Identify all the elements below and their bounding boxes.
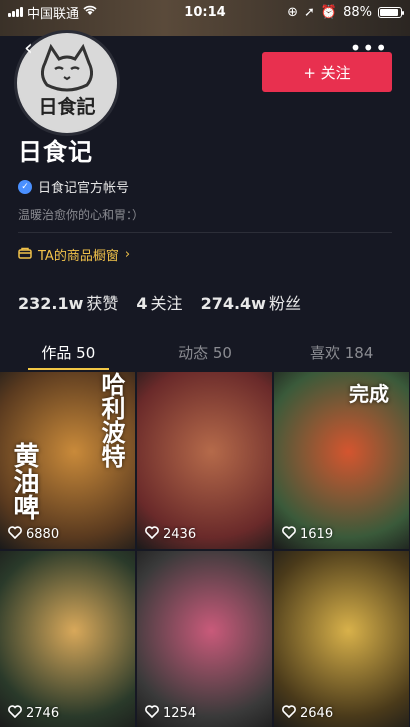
verified-label: 日食记官方帐号	[38, 181, 130, 196]
video-thumbnail[interactable]: 完成 1619	[274, 372, 409, 549]
clock: 10:14	[184, 4, 226, 20]
video-likes: 2436	[145, 526, 196, 543]
profile-name: 日食记	[18, 138, 93, 166]
heart-icon	[145, 705, 159, 722]
profile-tabs: 作品 50 动态 50 喜欢 184	[0, 336, 410, 370]
carrier-label: 中国联通	[27, 6, 80, 22]
tab-works[interactable]: 作品 50	[0, 336, 137, 370]
back-icon[interactable]: ‹	[24, 36, 33, 61]
heart-icon	[8, 705, 22, 722]
video-likes: 2746	[8, 705, 59, 722]
tab-likes[interactable]: 喜欢 184	[273, 336, 410, 370]
signal-icon	[8, 7, 23, 17]
video-thumbnail[interactable]: 2436	[137, 372, 272, 549]
stat-following[interactable]: 4 关注	[136, 290, 182, 314]
alarm-icon: ⏰	[320, 4, 338, 20]
chevron-right-icon: ›	[124, 247, 131, 262]
video-overlay-text: 完成	[349, 382, 389, 406]
video-overlay-text-secondary: 哈利波特	[97, 372, 126, 468]
tab-updates[interactable]: 动态 50	[137, 336, 274, 370]
video-likes: 2646	[282, 705, 333, 722]
status-right: ⊕ ➚ ⏰ 88%	[252, 4, 404, 20]
heart-icon	[8, 526, 22, 543]
video-grid: 黄油啤 哈利波特 6880 2436 完成 1619 2746 1254 2646	[0, 372, 410, 727]
cart-icon	[18, 247, 32, 263]
video-thumbnail[interactable]: 1254	[137, 551, 272, 727]
heart-icon	[282, 526, 296, 543]
battery-percent: 88%	[343, 4, 372, 20]
likes-count: 1619	[300, 527, 334, 542]
profile-stats: 232.1w 获赞 4 关注 274.4w 粉丝	[18, 290, 301, 314]
verified-icon: ✓	[18, 179, 32, 194]
avatar-logo-text: 日食記	[38, 95, 95, 118]
video-thumbnail[interactable]: 2746	[0, 551, 135, 727]
wifi-icon	[83, 5, 97, 20]
rotation-lock-icon: ⊕	[287, 4, 298, 20]
likes-count: 2746	[26, 706, 60, 721]
profile-bio: 温暖治愈你的心和胃：）	[18, 208, 145, 222]
likes-count: 2436	[163, 527, 197, 542]
heart-icon	[145, 526, 159, 543]
shop-label: TA的商品橱窗	[38, 249, 119, 264]
verified-badge: ✓ 日食记官方帐号	[18, 177, 129, 196]
video-overlay-text: 黄油啤	[9, 442, 39, 520]
divider	[18, 232, 392, 233]
more-icon[interactable]: •••	[350, 36, 388, 60]
stat-likes[interactable]: 232.1w 获赞	[18, 290, 118, 314]
location-icon: ➚	[304, 4, 315, 20]
battery-icon	[378, 6, 404, 18]
video-likes: 6880	[8, 526, 59, 543]
video-likes: 1619	[282, 526, 333, 543]
status-left: 中国联通	[8, 3, 158, 22]
status-bar: 中国联通 10:14 ⊕ ➚ ⏰ 88%	[0, 0, 410, 24]
video-thumbnail[interactable]: 2646	[274, 551, 409, 727]
follow-label: + 关注	[303, 63, 351, 82]
video-likes: 1254	[145, 705, 196, 722]
heart-icon	[282, 705, 296, 722]
video-thumbnail[interactable]: 黄油啤 哈利波特 6880	[0, 372, 135, 549]
likes-count: 2646	[300, 706, 334, 721]
shop-window-link[interactable]: TA的商品橱窗 ›	[18, 245, 130, 264]
likes-count: 1254	[163, 706, 197, 721]
stat-followers[interactable]: 274.4w 粉丝	[201, 290, 301, 314]
likes-count: 6880	[26, 527, 60, 542]
battery-fill	[380, 8, 398, 16]
